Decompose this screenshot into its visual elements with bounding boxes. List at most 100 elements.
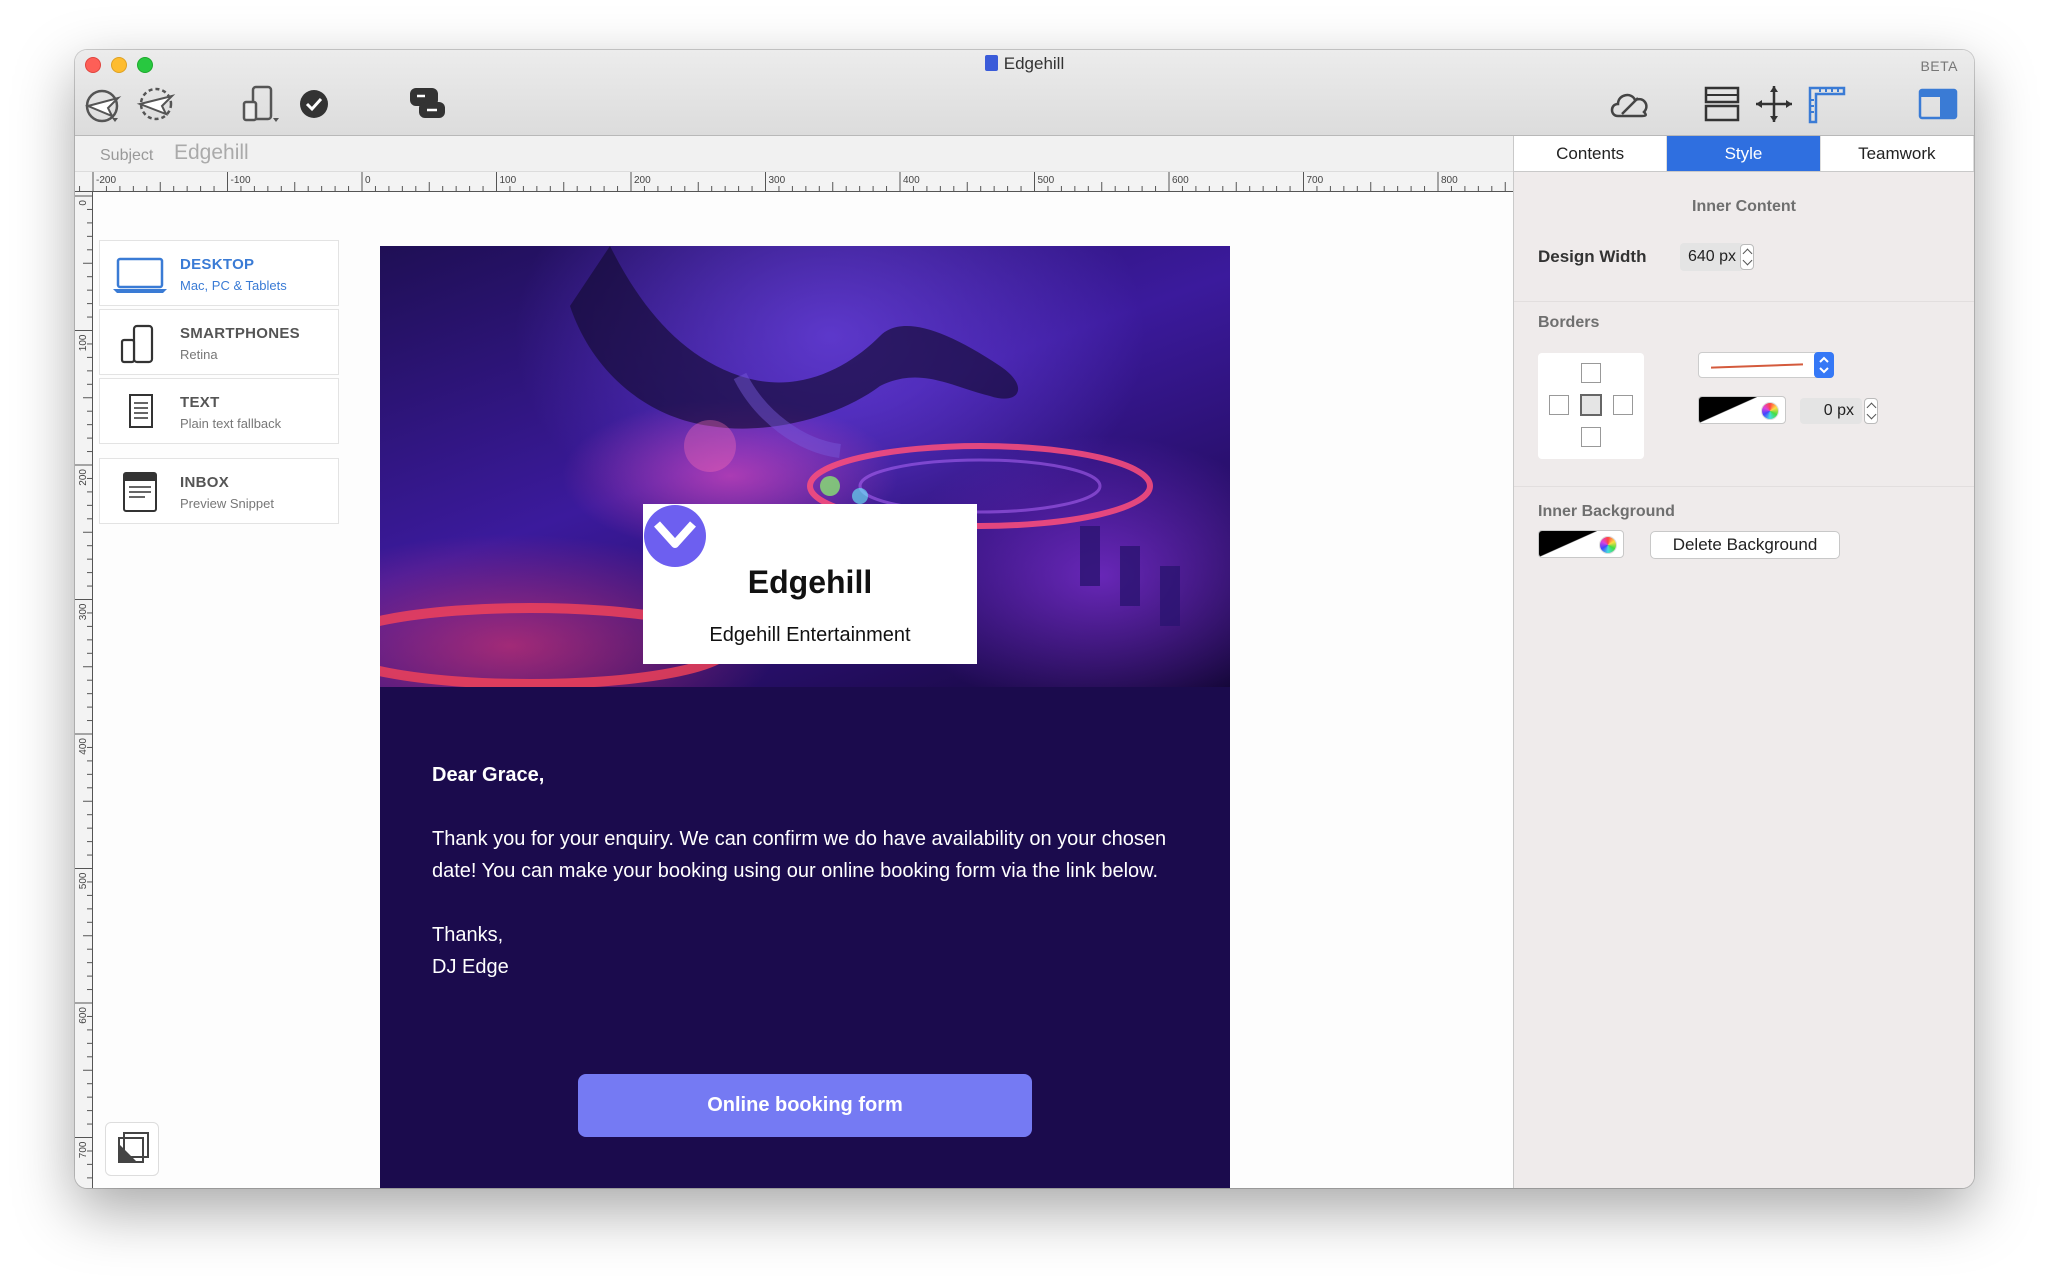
edgehill-logo-icon xyxy=(644,505,706,567)
app-window: Edgehill BETA Subject Edgehill -200 -100… xyxy=(75,50,1974,1188)
tab-style[interactable]: Style xyxy=(1667,136,1821,171)
inner-background-color-well[interactable] xyxy=(1538,530,1624,558)
email-greeting: Dear Grace, xyxy=(432,764,545,786)
device-list: DESKTOP Mac, PC & Tablets SMARTPHONES Re… xyxy=(99,240,339,527)
color-wheel-icon xyxy=(1599,536,1617,554)
device-text-name: TEXT xyxy=(180,394,220,411)
ruler-label: 100 xyxy=(500,175,517,186)
design-width-stepper[interactable] xyxy=(1740,244,1754,270)
inner-content-title: Inner Content xyxy=(1692,198,1796,215)
device-text-sub: Plain text fallback xyxy=(180,416,282,431)
inbox-window-icon xyxy=(112,471,168,515)
border-left-toggle[interactable] xyxy=(1549,395,1569,415)
ruler-label: 700 xyxy=(1307,175,1324,186)
booking-form-button[interactable]: Online booking form xyxy=(578,1074,1032,1137)
cloud-icon[interactable] xyxy=(1607,82,1653,126)
device-desktop-name: DESKTOP xyxy=(180,256,255,273)
email-body: Dear Grace, Thank you for your enquiry. … xyxy=(432,759,1192,983)
email-preview[interactable]: Edgehill Edgehill Entertainment Dear Gra… xyxy=(380,246,1230,1188)
ruler-label: 600 xyxy=(1172,175,1189,186)
ruler-label: 0 xyxy=(78,200,89,206)
vertical-ruler-ticks: 0 100 200 300 400 500 600 700 xyxy=(75,195,93,1179)
email-signoff-1: Thanks, xyxy=(432,924,504,946)
ruler-label: 200 xyxy=(78,469,89,486)
design-width-input[interactable]: 640 px xyxy=(1680,243,1745,271)
laptop-icon xyxy=(112,253,168,297)
ruler-label: 200 xyxy=(634,175,651,186)
border-style-preview xyxy=(1710,363,1804,369)
divider xyxy=(1514,486,1974,487)
device-inbox-name: INBOX xyxy=(180,474,230,491)
logo-subtitle: Edgehill Entertainment xyxy=(709,624,911,646)
email-paragraph: Thank you for your enquiry. We can confi… xyxy=(432,828,1167,882)
color-swatch xyxy=(1699,397,1757,423)
tab-contents[interactable]: Contents xyxy=(1514,136,1668,171)
ruler-label: -200 xyxy=(96,175,116,186)
subject-label: Subject xyxy=(100,147,154,164)
device-inbox[interactable]: INBOX Preview Snippet xyxy=(99,458,339,524)
delete-background-button[interactable]: Delete Background xyxy=(1650,531,1840,559)
border-style-select[interactable] xyxy=(1698,352,1834,378)
chevron-updown-icon xyxy=(1814,352,1834,378)
subject-bar: Subject Edgehill xyxy=(75,136,1513,172)
border-right-toggle[interactable] xyxy=(1613,395,1633,415)
send-test-icon[interactable] xyxy=(81,82,127,126)
device-smartphones-name: SMARTPHONES xyxy=(180,325,300,342)
tab-teamwork[interactable]: Teamwork xyxy=(1820,136,1974,171)
border-color-well[interactable] xyxy=(1698,396,1786,424)
ruler-label: 300 xyxy=(78,603,89,620)
device-smartphones-sub: Retina xyxy=(180,347,218,362)
smartphone-icon xyxy=(112,322,168,366)
border-width-input[interactable]: 0 px xyxy=(1800,398,1862,424)
ruler-icon[interactable] xyxy=(1803,82,1849,126)
design-width-label: Design Width xyxy=(1538,247,1647,266)
layers-icon xyxy=(118,1132,149,1163)
border-side-selector xyxy=(1538,353,1644,459)
toolbar: Edgehill BETA xyxy=(75,50,1974,136)
ruler-label: 700 xyxy=(78,1141,89,1158)
device-preview-icon[interactable] xyxy=(238,82,284,126)
subject-input[interactable]: Edgehill xyxy=(174,141,249,165)
ruler-label: 400 xyxy=(78,738,89,755)
text-document-icon xyxy=(112,391,168,435)
logo-card: Edgehill Edgehill Entertainment xyxy=(643,504,977,664)
border-all-toggle[interactable] xyxy=(1580,394,1602,416)
ruler-label: 400 xyxy=(903,175,920,186)
device-desktop[interactable]: DESKTOP Mac, PC & Tablets xyxy=(99,240,339,306)
feedback-icon[interactable] xyxy=(404,82,450,126)
device-desktop-sub: Mac, PC & Tablets xyxy=(180,278,287,293)
document-icon xyxy=(984,55,998,71)
device-text[interactable]: TEXT Plain text fallback xyxy=(99,378,339,444)
border-width-stepper[interactable] xyxy=(1864,398,1878,424)
email-signoff-2: DJ Edge xyxy=(432,956,509,978)
borders-title: Borders xyxy=(1538,314,1600,331)
beta-badge: BETA xyxy=(1920,58,1958,74)
check-icon[interactable] xyxy=(291,82,337,126)
device-inbox-sub: Preview Snippet xyxy=(180,496,274,511)
ruler-label: 500 xyxy=(78,872,89,889)
color-wheel-icon xyxy=(1761,402,1779,420)
horizontal-ruler-ticks: -200 -100 0 100 200 300 400 500 600 700 800 xyxy=(79,172,1506,192)
hero-image: Edgehill Edgehill Entertainment xyxy=(380,246,1230,687)
device-smartphones[interactable]: SMARTPHONES Retina xyxy=(99,309,339,375)
inspector-panel: Contents Style Teamwork Inner Content De… xyxy=(1513,136,1974,1188)
move-icon[interactable] xyxy=(1751,82,1797,126)
ruler-label: 600 xyxy=(78,1007,89,1024)
sidebar-toggle-icon[interactable] xyxy=(1915,82,1961,126)
layout-icon[interactable] xyxy=(1699,82,1745,126)
send-icon[interactable] xyxy=(133,82,179,126)
ruler-label: 300 xyxy=(769,175,786,186)
ruler-label: 0 xyxy=(365,175,371,186)
ruler-label: 800 xyxy=(1441,175,1458,186)
ruler-label: 100 xyxy=(78,334,89,351)
divider xyxy=(1514,301,1974,302)
inner-background-title: Inner Background xyxy=(1538,503,1675,520)
layers-button[interactable] xyxy=(105,1122,159,1176)
border-top-toggle[interactable] xyxy=(1581,363,1601,383)
ruler-label: 500 xyxy=(1038,175,1055,186)
border-bottom-toggle[interactable] xyxy=(1581,427,1601,447)
vertical-ruler: 0 100 200 300 400 500 600 700 xyxy=(75,192,93,1188)
color-swatch xyxy=(1539,531,1597,557)
inspector-tabs: Contents Style Teamwork xyxy=(1514,136,1974,172)
horizontal-ruler: -200 -100 0 100 200 300 400 500 600 700 800 xyxy=(75,172,1513,192)
